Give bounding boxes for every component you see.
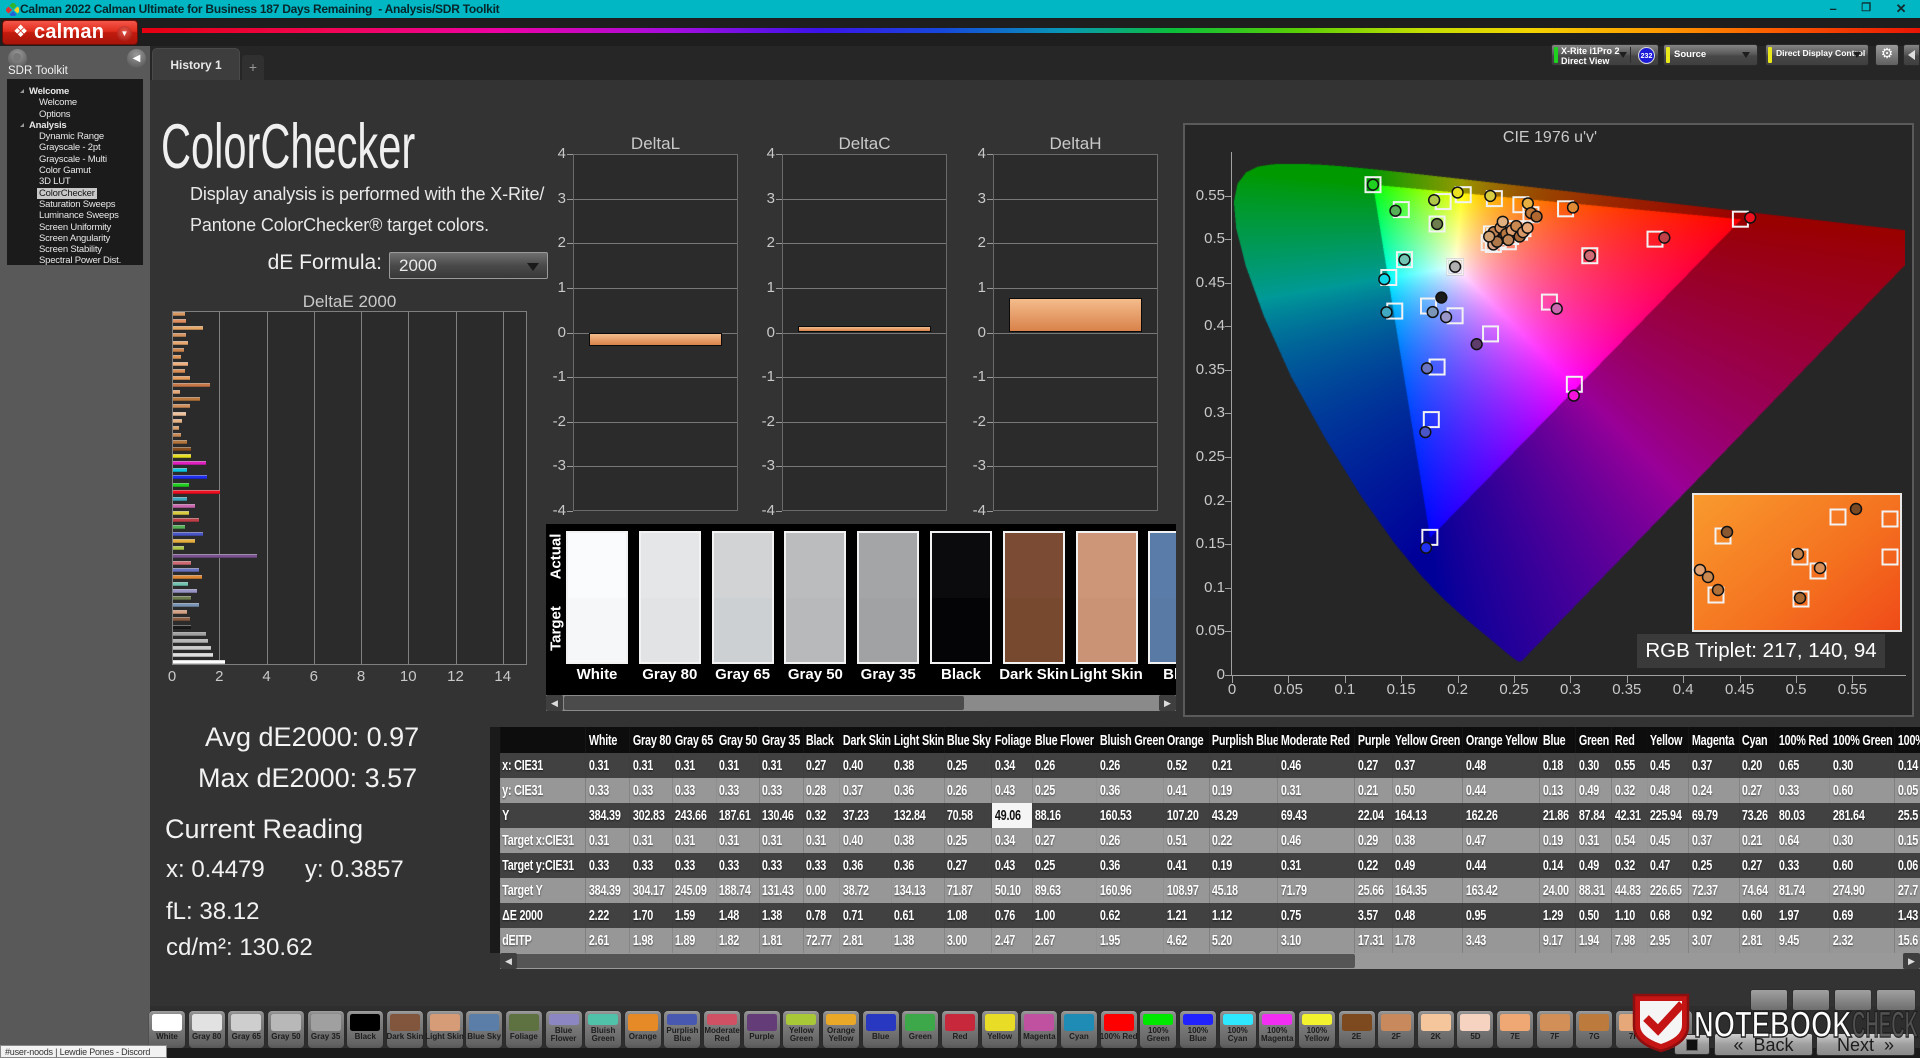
svg-text:NOTEBOOK: NOTEBOOK <box>1694 1004 1852 1045</box>
svg-text:CHECK: CHECK <box>1852 1004 1918 1045</box>
